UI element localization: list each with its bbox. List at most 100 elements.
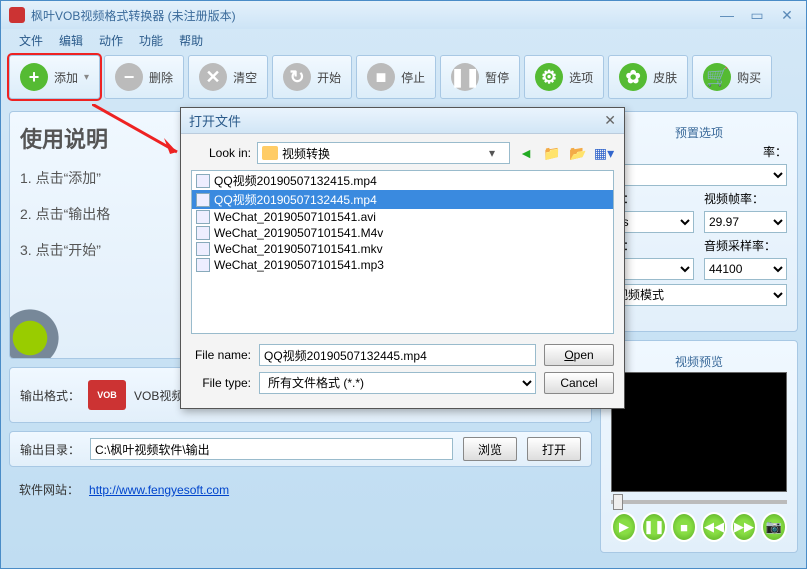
- sample-label: 音频采样率：: [704, 237, 787, 254]
- cart-icon: 🛒: [703, 63, 731, 91]
- file-icon: [196, 258, 210, 272]
- video-preview: [611, 372, 787, 492]
- chevron-down-icon: ▾: [84, 72, 89, 83]
- file-icon: [196, 226, 210, 240]
- file-item[interactable]: WeChat_20190507101541.mp3: [192, 257, 613, 273]
- output-dir-label: 输出目录：: [20, 441, 80, 458]
- plus-icon: +: [20, 63, 48, 91]
- website-link[interactable]: http://www.fengyesoft.com: [89, 483, 229, 497]
- settings-title: 预置选项: [611, 122, 787, 143]
- sample-select[interactable]: 44100: [704, 258, 787, 280]
- menubar: 文件 编辑 动作 功能 帮助: [1, 29, 806, 51]
- app-window: 枫叶VOB视频格式转换器 (未注册版本) — ▭ ✕ 文件 编辑 动作 功能 帮…: [0, 0, 807, 569]
- file-name: WeChat_20190507101541.mkv: [214, 242, 383, 256]
- lookin-select[interactable]: 视频转换 ▾: [257, 142, 510, 164]
- file-list[interactable]: QQ视频20190507132415.mp4 QQ视频20190507132445…: [191, 170, 614, 334]
- skin-button[interactable]: ✿ 皮肤: [608, 55, 688, 99]
- stop-button[interactable]: ■ 停止: [356, 55, 436, 99]
- mode-select[interactable]: 视频模式: [611, 284, 787, 306]
- add-button[interactable]: + 添加 ▾: [9, 55, 100, 99]
- file-name: WeChat_20190507101541.mp3: [214, 258, 384, 272]
- filetype-label: File type:: [191, 376, 251, 390]
- tools-icon: ⚙: [535, 63, 563, 91]
- file-item[interactable]: WeChat_20190507101541.avi: [192, 209, 613, 225]
- menu-edit[interactable]: 编辑: [51, 30, 91, 51]
- stop-player-button[interactable]: ■: [671, 512, 697, 542]
- preview-panel: 视频预览 ▶ ❚❚ ■ ◀◀ ▶▶ 📷: [600, 340, 798, 553]
- menu-function[interactable]: 功能: [131, 30, 171, 51]
- menu-file[interactable]: 文件: [11, 30, 51, 51]
- view-icon[interactable]: ▦▾: [594, 143, 614, 163]
- buy-button[interactable]: 🛒 购买: [692, 55, 772, 99]
- file-item[interactable]: QQ视频20190507132415.mp4: [192, 171, 613, 190]
- browse-button[interactable]: 浏览: [463, 437, 517, 461]
- app-icon: [9, 7, 25, 23]
- up-icon[interactable]: 📁: [542, 143, 562, 163]
- filetype-select[interactable]: 所有文件格式 (*.*): [259, 372, 536, 394]
- file-item[interactable]: WeChat_20190507101541.mkv: [192, 241, 613, 257]
- back-icon[interactable]: ◄: [516, 143, 536, 163]
- x-icon: ✕: [199, 63, 227, 91]
- filename-label: File name:: [191, 348, 251, 362]
- stop-icon: ■: [367, 63, 395, 91]
- output-dir-input[interactable]: [90, 438, 453, 460]
- new-folder-icon[interactable]: 📂: [568, 143, 588, 163]
- file-item[interactable]: QQ视频20190507132445.mp4: [192, 190, 613, 209]
- filename-input[interactable]: [259, 344, 536, 366]
- delete-button[interactable]: − 删除: [104, 55, 184, 99]
- menu-help[interactable]: 帮助: [171, 30, 211, 51]
- output-format-label: 输出格式：: [20, 387, 80, 404]
- pause-icon: ❚❚: [451, 63, 479, 91]
- minus-icon: −: [115, 63, 143, 91]
- file-name: QQ视频20190507132445.mp4: [214, 191, 377, 208]
- pause-button[interactable]: ❚❚ 暂停: [440, 55, 520, 99]
- dialog-close-button[interactable]: ✕: [604, 112, 616, 129]
- open-file-button[interactable]: Open: [544, 344, 614, 366]
- file-icon: [196, 174, 210, 188]
- open-button[interactable]: 打开: [527, 437, 581, 461]
- file-name: WeChat_20190507101541.M4v: [214, 226, 383, 240]
- apple-icon: ✿: [619, 63, 647, 91]
- window-title: 枫叶VOB视频格式转换器 (未注册版本): [31, 7, 236, 24]
- framerate-label: 视频帧率：: [704, 190, 787, 207]
- website-label: 软件网站：: [19, 481, 79, 498]
- close-button[interactable]: ✕: [776, 7, 798, 23]
- file-icon: [196, 210, 210, 224]
- file-name: WeChat_20190507101541.avi: [214, 210, 376, 224]
- rate-label: 率：: [611, 143, 787, 160]
- rate-select[interactable]: [611, 164, 787, 186]
- dialog-title: 打开文件: [189, 111, 241, 130]
- chevron-down-icon: ▾: [489, 146, 505, 160]
- file-item[interactable]: WeChat_20190507101541.M4v: [192, 225, 613, 241]
- folder-icon: [262, 146, 278, 160]
- toolbar: + 添加 ▾ − 删除 ✕ 清空 ↻ 开始 ■ 停止 ❚❚ 暂停 ⚙ 选项 ✿: [1, 51, 806, 103]
- gear-icon: [9, 298, 70, 359]
- start-button[interactable]: ↻ 开始: [272, 55, 352, 99]
- file-icon: [196, 242, 210, 256]
- framerate-select[interactable]: 29.97: [704, 211, 787, 233]
- lookin-label: Look in:: [191, 146, 251, 160]
- titlebar: 枫叶VOB视频格式转换器 (未注册版本) — ▭ ✕: [1, 1, 806, 29]
- dialog-titlebar: 打开文件 ✕: [181, 108, 624, 134]
- open-file-dialog: 打开文件 ✕ Look in: 视频转换 ▾ ◄ 📁 📂 ▦▾ QQ视频2019…: [180, 107, 625, 409]
- website-row: 软件网站： http://www.fengyesoft.com: [9, 481, 592, 498]
- pause-player-button[interactable]: ❚❚: [641, 512, 667, 542]
- vob-icon: VOB: [88, 380, 126, 410]
- prev-button[interactable]: ◀◀: [701, 512, 727, 542]
- preview-title: 视频预览: [611, 351, 787, 372]
- vob-text: VOB视频: [134, 387, 183, 404]
- output-dir-panel: 输出目录： 浏览 打开: [9, 431, 592, 467]
- cancel-button[interactable]: Cancel: [544, 372, 614, 394]
- file-icon: [196, 193, 210, 207]
- menu-action[interactable]: 动作: [91, 30, 131, 51]
- options-button[interactable]: ⚙ 选项: [524, 55, 604, 99]
- settings-panel: 预置选项 率： 率： 视频帧率： ps 29.97 率： 音频采样率： s 44…: [600, 111, 798, 332]
- play-button[interactable]: ▶: [611, 512, 637, 542]
- clear-button[interactable]: ✕ 清空: [188, 55, 268, 99]
- file-name: QQ视频20190507132415.mp4: [214, 172, 377, 189]
- seek-slider[interactable]: [611, 492, 787, 512]
- next-button[interactable]: ▶▶: [731, 512, 757, 542]
- minimize-button[interactable]: —: [716, 7, 738, 23]
- maximize-button[interactable]: ▭: [746, 7, 768, 23]
- snapshot-button[interactable]: 📷: [761, 512, 787, 542]
